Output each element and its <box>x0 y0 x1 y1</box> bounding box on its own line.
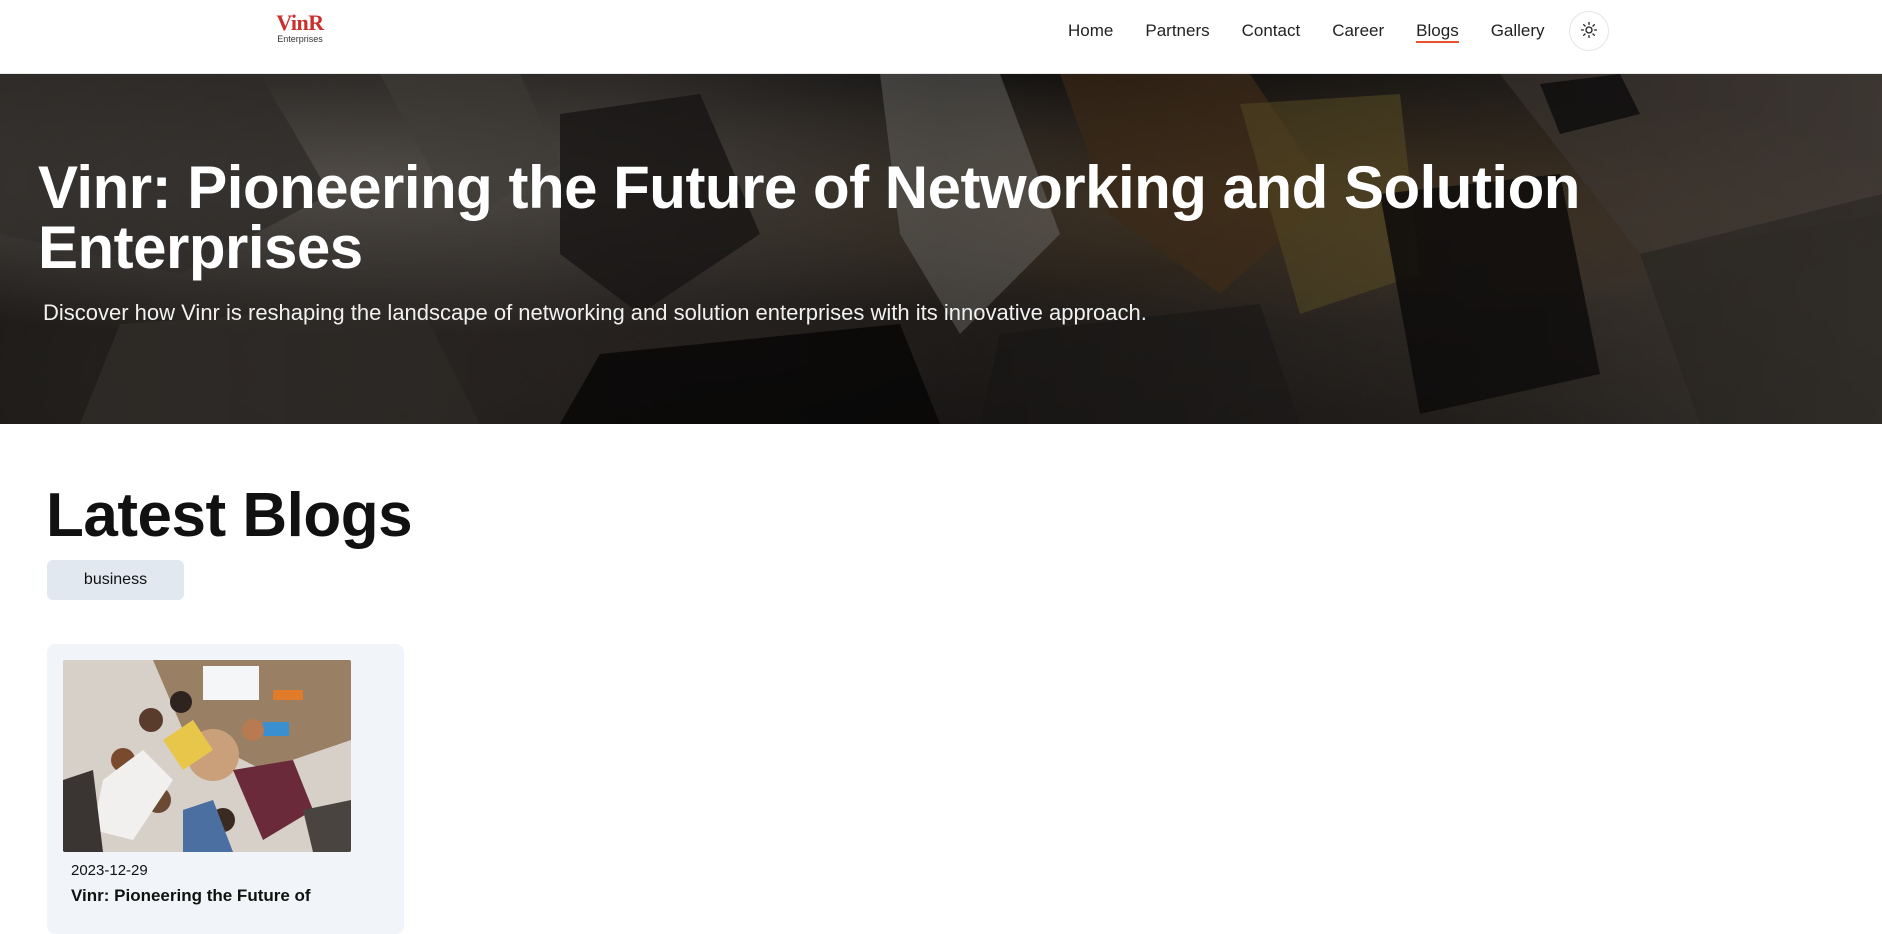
theme-toggle-button[interactable] <box>1569 11 1609 51</box>
logo-wordmark: VinR <box>276 10 324 35</box>
site-header: VinR Enterprises Home Partners Contact C… <box>0 0 1882 74</box>
hero-subtitle: Discover how Vinr is reshaping the lands… <box>43 300 1147 325</box>
logo-tagline-line <box>276 45 324 48</box>
nav-link-partners[interactable]: Partners <box>1145 17 1209 43</box>
latest-blogs-heading: Latest Blogs <box>46 481 413 550</box>
logo[interactable]: VinR Enterprises <box>276 12 324 48</box>
hero-banner: Vinr: Pioneering the Future of Networkin… <box>0 74 1882 424</box>
sun-icon <box>1580 21 1598 42</box>
blog-card[interactable]: 2023-12-29 Vinr: Pioneering the Future o… <box>47 644 404 934</box>
tag-filter-business[interactable]: business <box>47 560 184 600</box>
nav-link-gallery[interactable]: Gallery <box>1491 17 1545 43</box>
nav-link-blogs[interactable]: Blogs <box>1416 17 1459 43</box>
blog-card-date: 2023-12-29 <box>71 862 148 879</box>
nav-link-contact[interactable]: Contact <box>1242 17 1301 43</box>
blog-card-image <box>63 660 351 852</box>
hero-title: Vinr: Pioneering the Future of Networkin… <box>38 154 1580 281</box>
main-nav: Home Partners Contact Career Blogs Galle… <box>1068 17 1577 43</box>
blog-card-title: Vinr: Pioneering the Future of <box>71 886 311 905</box>
logo-subtitle: Enterprises <box>277 34 323 44</box>
nav-link-career[interactable]: Career <box>1332 17 1384 43</box>
nav-link-home[interactable]: Home <box>1068 17 1113 43</box>
